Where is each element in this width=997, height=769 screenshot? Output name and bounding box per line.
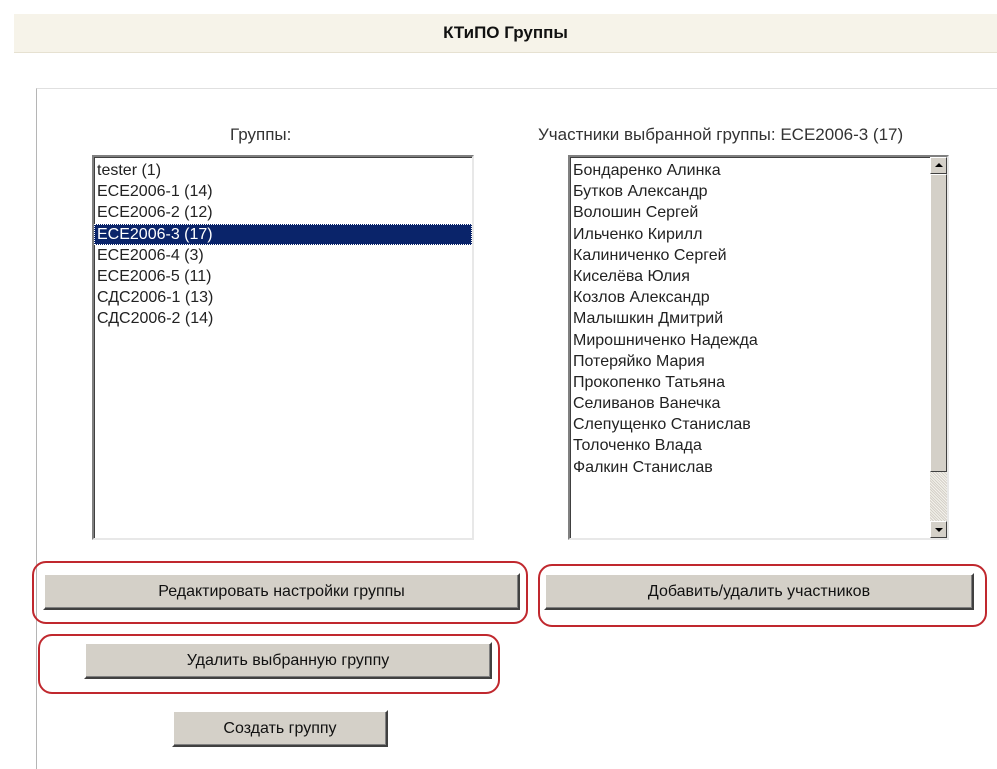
group-list-item[interactable]: ECE2006-1 (14) [94,181,472,202]
create-group-button[interactable]: Создать группу [172,710,388,747]
member-list-item[interactable]: Толоченко Влада [570,435,930,456]
member-list-item[interactable]: Ильченко Кирилл [570,224,930,245]
member-list-item[interactable]: Слепущенко Станислав [570,414,930,435]
group-list-item[interactable]: СДС2006-1 (13) [94,287,472,308]
group-list-item[interactable]: СДС2006-2 (14) [94,308,472,329]
member-list-item[interactable]: Козлов Александр [570,287,930,308]
member-list-item[interactable]: Прокопенко Татьяна [570,372,930,393]
member-list-item[interactable]: Селиванов Ванечка [570,393,930,414]
title-bar: КТиПО Группы [14,14,997,53]
page-title: КТиПО Группы [443,23,568,42]
groups-list: tester (1) ECE2006-1 (14) ECE2006-2 (12) EC… [94,160,472,330]
group-list-item[interactable]: ECE2006-2 (12) [94,202,472,223]
edit-group-settings-button[interactable]: Редактировать настройки группы [43,573,520,610]
groups-label: Группы: [230,125,292,144]
member-list-item[interactable]: Калиниченко Сергей [570,245,930,266]
delete-selected-group-button[interactable]: Удалить выбранную группу [84,642,492,679]
add-remove-members-button[interactable]: Добавить/удалить участников [544,573,974,610]
member-list-item[interactable]: Малышкин Дмитрий [570,308,930,329]
member-list-item[interactable]: Мирошниченко Надежда [570,330,930,351]
member-list-item[interactable]: Фалкин Станислав [570,457,930,478]
members-listbox[interactable]: Бондаренко Алинка Бутков Александр Волошин… [568,155,949,540]
members-scrollbar[interactable] [930,157,947,538]
member-list-item[interactable]: Волошин Сергей [570,202,930,223]
groups-listbox[interactable]: tester (1) ECE2006-1 (14) ECE2006-2 (12) EC… [92,155,474,540]
scroll-down-button[interactable] [930,521,947,538]
members-label: Участники выбранной группы: ECE2006-3 (1… [538,125,904,144]
member-list-item[interactable]: Бондаренко Алинка [570,160,930,181]
member-list-item[interactable]: Бутков Александр [570,181,930,202]
members-list: Бондаренко Алинка Бутков Александр Волошин… [570,160,947,478]
triangle-down-icon [935,528,943,532]
member-list-item[interactable]: Киселёва Юлия [570,266,930,287]
group-list-item[interactable]: ECE2006-4 (3) [94,245,472,266]
scroll-thumb[interactable] [930,174,947,472]
member-list-item[interactable]: Потеряйко Мария [570,351,930,372]
triangle-up-icon [935,163,943,167]
scroll-up-button[interactable] [930,157,947,174]
group-list-item[interactable]: ECE2006-3 (17) [94,223,472,245]
scroll-track[interactable] [930,472,947,521]
group-list-item[interactable]: tester (1) [94,160,472,181]
group-list-item[interactable]: ECE2006-5 (11) [94,266,472,287]
